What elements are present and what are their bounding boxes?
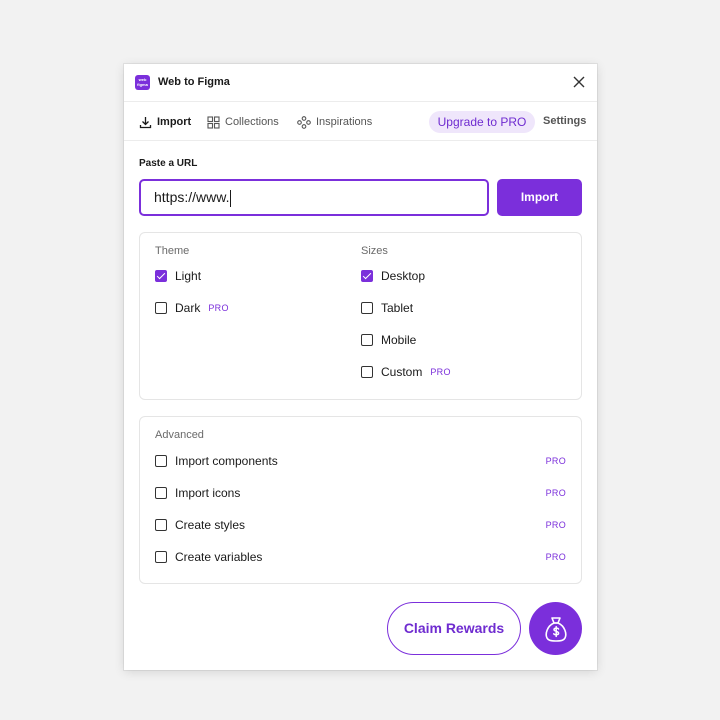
tab-import-label: Import xyxy=(157,116,192,128)
checkbox[interactable] xyxy=(155,487,167,499)
tab-settings[interactable]: Settings xyxy=(543,115,586,127)
pro-badge: PRO xyxy=(545,520,566,530)
sizes-title: Sizes xyxy=(361,245,388,257)
import-button[interactable]: Import xyxy=(497,179,582,216)
advanced-panel: Advanced Import components PRO Import ic… xyxy=(139,416,582,584)
theme-sizes-panel: Theme Light Dark PRO Sizes Desktop Table… xyxy=(139,232,582,400)
checkbox[interactable] xyxy=(361,366,373,378)
checkbox[interactable] xyxy=(361,302,373,314)
url-label: Paste a URL xyxy=(139,158,198,169)
checkbox-checked[interactable] xyxy=(361,270,373,282)
checkbox[interactable] xyxy=(361,334,373,346)
tab-import[interactable]: Import xyxy=(139,114,191,130)
text-caret xyxy=(230,189,232,207)
checkbox-checked[interactable] xyxy=(155,270,167,282)
pro-badge: PRO xyxy=(208,303,229,313)
tab-bar: Import Collections Inspirations Upgrade … xyxy=(124,102,597,141)
advanced-option-import-components[interactable]: Import components xyxy=(155,454,278,468)
option-label: Light xyxy=(175,269,202,283)
close-icon xyxy=(573,76,585,88)
theme-title: Theme xyxy=(155,245,190,257)
option-label: Dark xyxy=(175,301,201,315)
tab-inspirations-label: Inspirations xyxy=(316,116,373,128)
theme-option-light[interactable]: Light xyxy=(155,269,201,283)
sparkle-nodes-icon xyxy=(297,115,311,129)
rewards-button[interactable] xyxy=(529,602,582,655)
app-logo: web figma xyxy=(135,75,150,90)
option-label: Custom xyxy=(381,365,423,379)
size-option-desktop[interactable]: Desktop xyxy=(361,269,425,283)
option-label: Desktop xyxy=(381,269,426,283)
advanced-option-create-variables[interactable]: Create variables xyxy=(155,550,262,564)
option-label: Mobile xyxy=(381,333,417,347)
title-bar: web figma Web to Figma xyxy=(124,64,597,102)
advanced-title: Advanced xyxy=(155,429,204,441)
upgrade-to-pro-button[interactable]: Upgrade to PRO xyxy=(429,111,535,133)
option-label: Tablet xyxy=(381,301,414,315)
url-input-value: https://www. xyxy=(154,189,230,205)
download-icon xyxy=(139,116,152,128)
advanced-option-import-icons[interactable]: Import icons xyxy=(155,486,240,500)
tab-collections[interactable]: Collections xyxy=(207,114,279,130)
advanced-option-create-styles[interactable]: Create styles xyxy=(155,518,245,532)
tab-collections-label: Collections xyxy=(225,116,279,128)
option-label: Create styles xyxy=(175,518,246,532)
close-button[interactable] xyxy=(572,75,586,89)
checkbox[interactable] xyxy=(155,551,167,563)
checkbox[interactable] xyxy=(155,302,167,314)
size-option-custom[interactable]: Custom PRO xyxy=(361,365,451,379)
theme-option-dark[interactable]: Dark PRO xyxy=(155,301,229,315)
claim-rewards-button[interactable]: Claim Rewards xyxy=(387,602,521,655)
pro-badge: PRO xyxy=(430,367,451,377)
option-label: Import icons xyxy=(175,486,241,500)
pro-badge: PRO xyxy=(545,552,566,562)
money-bag-icon xyxy=(544,616,567,642)
option-label: Import components xyxy=(175,454,278,468)
plugin-window: web figma Web to Figma Import Collections xyxy=(124,64,597,670)
size-option-tablet[interactable]: Tablet xyxy=(361,301,413,315)
pro-badge: PRO xyxy=(545,456,566,466)
app-title: Web to Figma xyxy=(158,76,230,88)
url-input[interactable]: https://www. xyxy=(139,179,489,216)
tab-inspirations[interactable]: Inspirations xyxy=(297,114,372,130)
size-option-mobile[interactable]: Mobile xyxy=(361,333,416,347)
checkbox[interactable] xyxy=(155,519,167,531)
checkbox[interactable] xyxy=(155,455,167,467)
option-label: Create variables xyxy=(175,550,263,564)
pro-badge: PRO xyxy=(545,488,566,498)
grid-icon xyxy=(207,115,220,129)
